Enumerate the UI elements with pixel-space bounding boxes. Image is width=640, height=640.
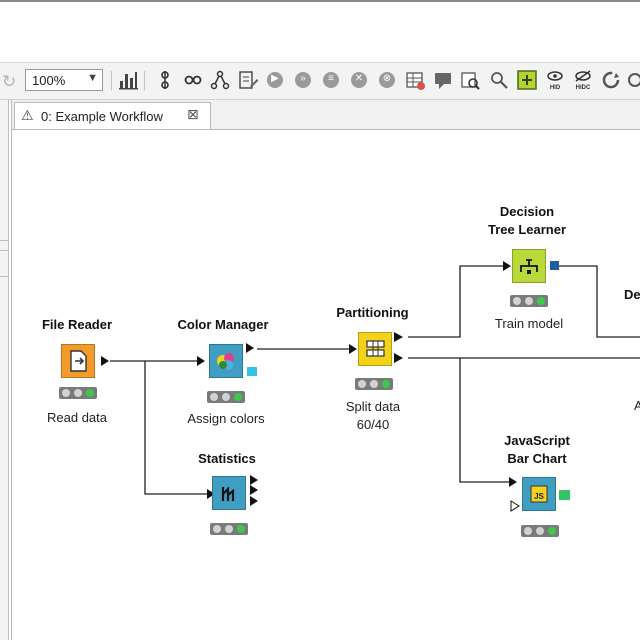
hide-icon[interactable]: HID bbox=[544, 69, 566, 91]
node-desc-partitioning-line2: 60/40 bbox=[356, 417, 390, 432]
cancel-icon[interactable]: ✕ bbox=[348, 69, 370, 91]
node-status-dt-learner bbox=[510, 295, 548, 307]
node-statistics[interactable] bbox=[212, 476, 246, 510]
node-status-statistics bbox=[210, 523, 248, 535]
stats-icon bbox=[221, 486, 235, 501]
hide-others-icon[interactable]: HIDC bbox=[572, 69, 594, 91]
inport-arrow bbox=[509, 477, 517, 487]
data-outport-cyan[interactable] bbox=[247, 367, 257, 376]
image-outport[interactable] bbox=[559, 490, 570, 500]
zoom-icon[interactable] bbox=[488, 69, 510, 91]
optional-inport-arrow bbox=[510, 500, 520, 512]
refresh-icon[interactable] bbox=[600, 69, 622, 91]
node-title-dt-learner-line1: Decision bbox=[499, 204, 555, 219]
node-status-partitioning bbox=[355, 378, 393, 390]
execute-icon[interactable]: ▶ bbox=[264, 69, 286, 91]
hid-badge-text: HID bbox=[550, 85, 561, 91]
model-outport[interactable] bbox=[550, 261, 559, 270]
file-icon bbox=[70, 350, 87, 372]
node-color-manager[interactable] bbox=[209, 344, 243, 378]
toolbar-separator bbox=[144, 71, 145, 91]
link-icon[interactable] bbox=[182, 69, 204, 91]
outport-arrow bbox=[250, 496, 258, 506]
connection-layer bbox=[101, 261, 640, 512]
edit-icon[interactable] bbox=[237, 69, 259, 91]
node-partitioning[interactable] bbox=[358, 332, 392, 366]
workflow-editor: ⚠ 0: Example Workflow ⊠ File Reader Read… bbox=[11, 100, 640, 640]
find-icon[interactable] bbox=[459, 69, 481, 91]
toolbar-separator bbox=[111, 71, 112, 91]
node-status-color-manager bbox=[207, 391, 245, 403]
main-toolbar: ↻ 100% ▼ ▶ » ≡ ✕ ⊗ HID HIDC bbox=[0, 62, 640, 100]
node-desc-dt-learner: Train model bbox=[494, 316, 564, 331]
node-title-js-bar-chart-line2: Bar Chart bbox=[507, 451, 567, 466]
outport-arrow bbox=[250, 485, 258, 495]
align-icon[interactable] bbox=[154, 69, 176, 91]
tree-icon bbox=[520, 259, 538, 274]
node-js-bar-chart[interactable]: JS bbox=[522, 477, 556, 511]
grid-icon[interactable] bbox=[516, 69, 538, 91]
node-title-dt-learner-line2: Tree Learner bbox=[487, 222, 567, 237]
js-label: JS bbox=[534, 492, 544, 501]
side-panel-edge bbox=[0, 100, 9, 640]
node-title-color-manager: Color Manager bbox=[177, 317, 269, 332]
panel-divider bbox=[0, 240, 8, 241]
reset-icon[interactable] bbox=[404, 69, 426, 91]
js-icon: JS bbox=[530, 485, 548, 503]
more-icon[interactable] bbox=[627, 69, 640, 91]
node-file-reader[interactable] bbox=[61, 344, 95, 378]
outport-arrow bbox=[101, 356, 109, 366]
outport-arrow bbox=[246, 343, 254, 353]
execute-all-icon[interactable]: » bbox=[292, 69, 314, 91]
palette-icon bbox=[217, 353, 234, 370]
hidc-badge-text: HIDC bbox=[576, 85, 591, 91]
node-desc-partitioning-line1: Split data bbox=[345, 399, 401, 414]
cancel-all-icon[interactable]: ⊗ bbox=[376, 69, 398, 91]
table-split-icon bbox=[366, 340, 385, 357]
redo-icon[interactable]: ↻ bbox=[2, 72, 16, 92]
node-dt-learner[interactable] bbox=[512, 249, 546, 283]
inport-arrow bbox=[503, 261, 511, 271]
node-title-partitioning: Partitioning bbox=[336, 305, 409, 320]
panel-divider bbox=[0, 250, 8, 251]
node-desc-color-manager: Assign colors bbox=[187, 411, 265, 426]
comment-icon[interactable] bbox=[432, 69, 454, 91]
zoom-select[interactable]: 100% ▼ bbox=[25, 69, 103, 91]
panel-divider bbox=[0, 276, 8, 277]
step-icon[interactable]: ≡ bbox=[320, 69, 342, 91]
node-title-js-bar-chart-line1: JavaScript bbox=[504, 433, 570, 448]
node-desc-cutoff: A bbox=[634, 398, 640, 413]
node-status-file-reader bbox=[59, 387, 97, 399]
node-title-statistics: Statistics bbox=[198, 451, 256, 466]
node-title-cutoff: De bbox=[624, 287, 640, 302]
node-layout-icon[interactable] bbox=[117, 69, 139, 91]
outport-arrow bbox=[394, 353, 403, 363]
zoom-value: 100% bbox=[32, 73, 66, 88]
inport-arrow bbox=[197, 356, 205, 366]
node-title-file-reader: File Reader bbox=[41, 317, 113, 332]
node-status-js-bar-chart bbox=[521, 525, 559, 537]
window-top-border bbox=[0, 0, 640, 2]
inport-arrow bbox=[349, 344, 357, 354]
outport-arrow bbox=[250, 475, 258, 485]
outport-arrow bbox=[394, 332, 403, 342]
node-desc-file-reader: Read data bbox=[47, 410, 107, 425]
chevron-down-icon[interactable]: ▼ bbox=[87, 72, 98, 84]
tree-icon[interactable] bbox=[209, 69, 231, 91]
